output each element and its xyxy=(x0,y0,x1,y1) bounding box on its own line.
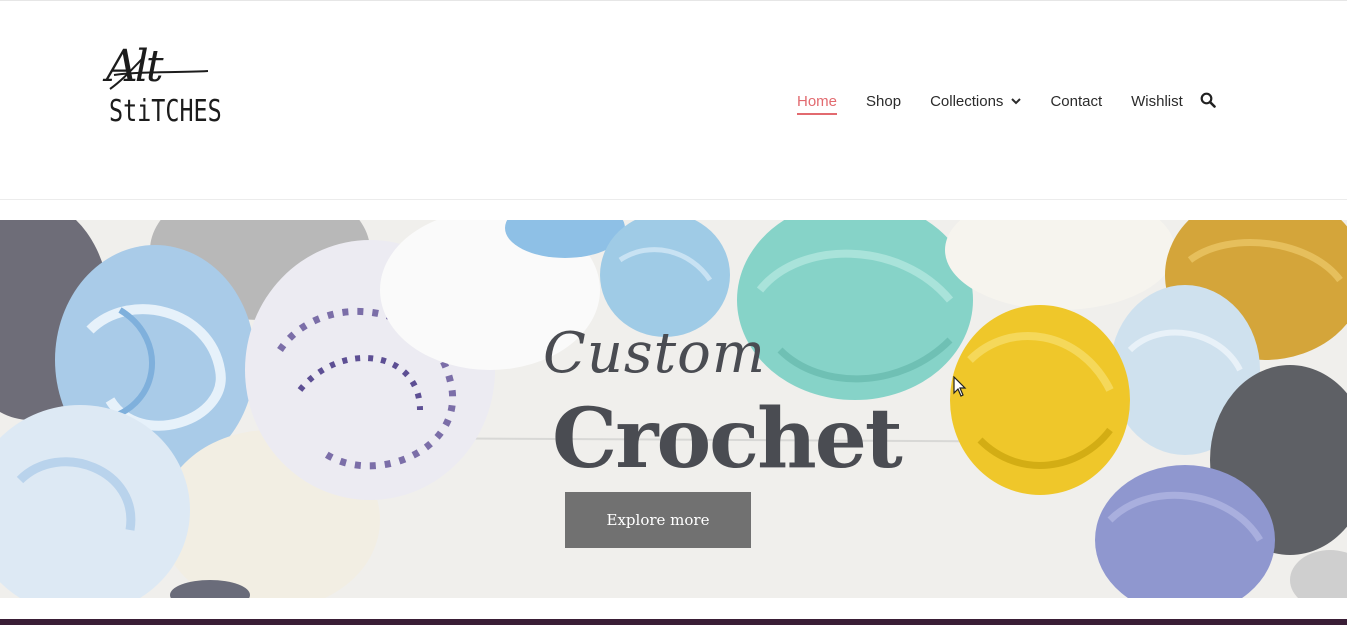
site-header: Alt StiTCHES Home Shop Collections Conta… xyxy=(0,1,1347,200)
explore-more-button[interactable]: Explore more xyxy=(565,492,751,548)
nav-item-wishlist[interactable]: Wishlist xyxy=(1131,93,1183,110)
site-logo[interactable]: Alt StiTCHES xyxy=(104,45,222,135)
mouse-cursor-icon xyxy=(953,376,967,397)
hero-title: Crochet xyxy=(552,391,903,487)
nav-item-home[interactable]: Home xyxy=(797,92,838,115)
nav-item-contact[interactable]: Contact xyxy=(1050,93,1102,110)
logo-script-text: Alt xyxy=(106,41,164,92)
nav-collections-label: Collections xyxy=(930,92,1004,110)
chevron-down-icon xyxy=(1011,97,1022,104)
nav-home-label: Home xyxy=(797,92,838,110)
nav-contact-label: Contact xyxy=(1050,92,1103,110)
main-nav: Home Shop Collections Contact Wishlist xyxy=(797,90,1212,115)
logo-word-text: StiTCHES xyxy=(109,94,222,129)
nav-wishlist-label: Wishlist xyxy=(1131,92,1183,110)
hero-kicker-text: Custom xyxy=(543,321,766,386)
nav-item-collections[interactable]: Collections xyxy=(930,92,1022,110)
hero-banner: Custom Crochet Explore more xyxy=(0,220,1347,598)
nav-shop-label: Shop xyxy=(866,92,902,110)
footer-bar xyxy=(0,619,1347,625)
nav-item-shop[interactable]: Shop xyxy=(866,93,901,110)
search-icon[interactable] xyxy=(1200,92,1216,108)
